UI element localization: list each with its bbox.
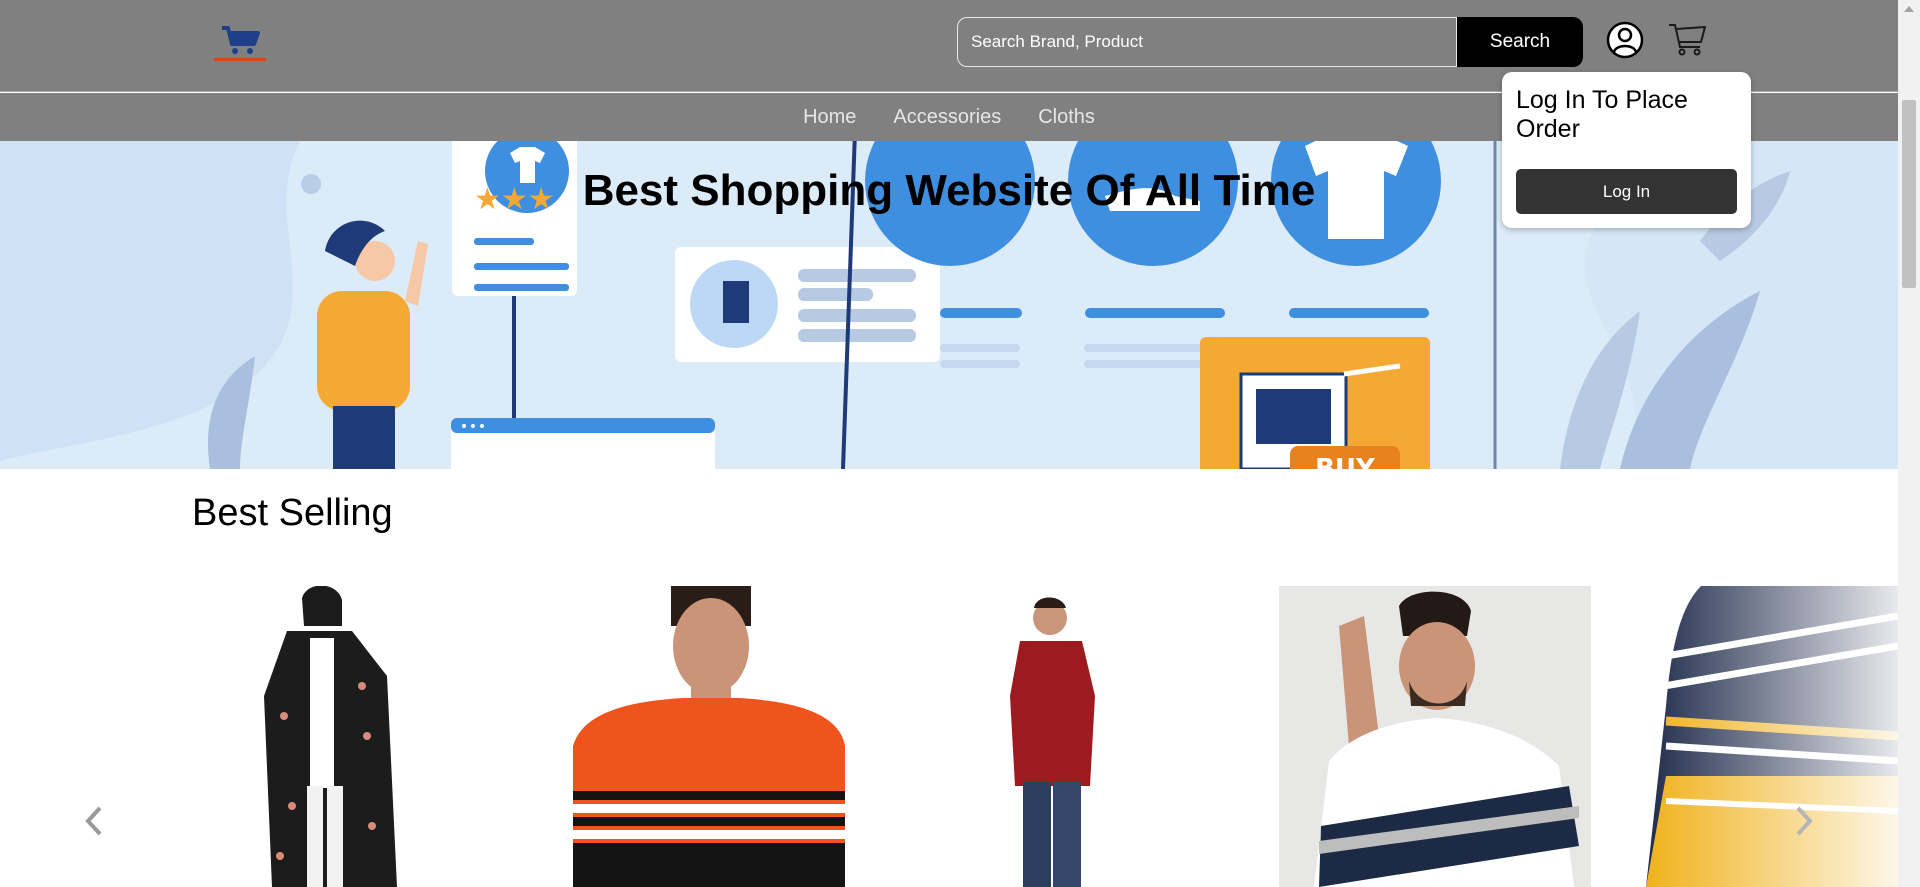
product-card[interactable] — [553, 586, 865, 887]
nav-link-home[interactable]: Home — [803, 106, 856, 129]
product-card[interactable] — [192, 586, 504, 887]
hero-buy-label: BUY — [1315, 454, 1376, 469]
page-scrollbar[interactable] — [1898, 0, 1920, 887]
nav-link-accessories[interactable]: Accessories — [893, 106, 1001, 129]
product-image — [1646, 586, 1898, 887]
search-button[interactable]: Search — [1457, 17, 1583, 67]
product-image — [553, 586, 865, 887]
search-input[interactable] — [957, 17, 1457, 67]
product-image — [1279, 586, 1591, 887]
product-card[interactable] — [1646, 586, 1898, 887]
nav-link-cloths[interactable]: Cloths — [1038, 106, 1095, 129]
page: Search Home Accessories Cloths — [0, 0, 1920, 887]
user-circle-icon[interactable] — [1606, 20, 1644, 60]
best-selling-title: Best Selling — [192, 492, 393, 534]
cart-logo-icon[interactable] — [210, 22, 270, 64]
cart-icon[interactable] — [1667, 20, 1707, 58]
login-popup: Log In To Place Order Log In — [1502, 72, 1751, 228]
product-card[interactable] — [1279, 586, 1591, 887]
scroll-up-arrow[interactable] — [1904, 6, 1914, 12]
scroll-thumb[interactable] — [1902, 100, 1916, 288]
chevron-left-icon[interactable] — [80, 800, 110, 842]
product-image — [192, 586, 504, 887]
best-selling-carousel — [0, 586, 1898, 887]
login-button[interactable]: Log In — [1516, 169, 1737, 214]
product-card[interactable] — [910, 586, 1222, 887]
chevron-right-icon[interactable] — [1788, 800, 1818, 842]
product-image — [910, 586, 1222, 887]
login-popup-message: Log In To Place Order — [1516, 86, 1688, 143]
